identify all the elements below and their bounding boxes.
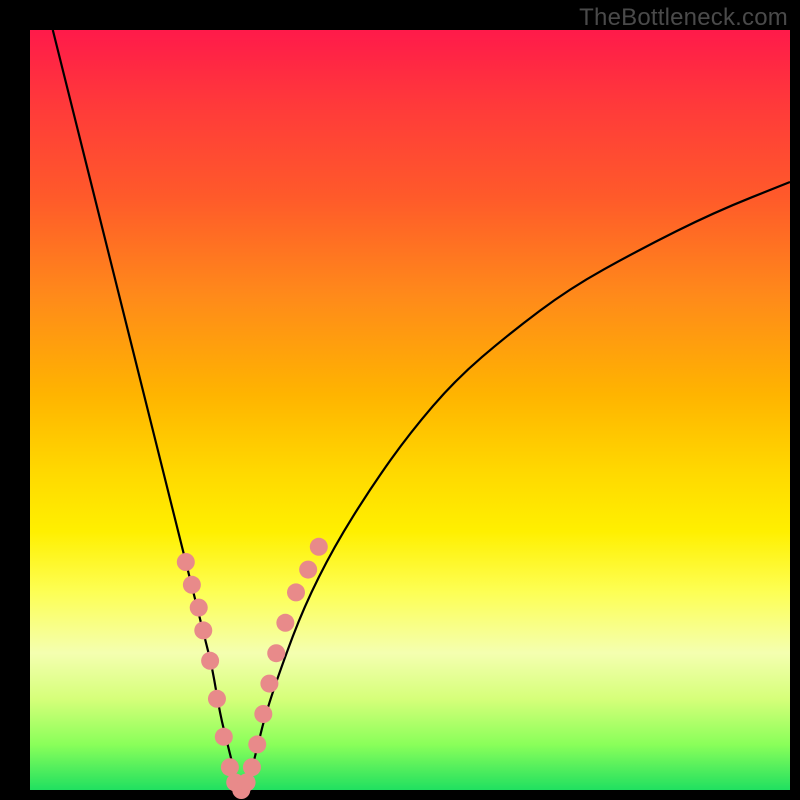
highlight-marker xyxy=(276,614,294,632)
chart-frame: TheBottleneck.com xyxy=(0,0,800,800)
watermark-text: TheBottleneck.com xyxy=(579,4,788,32)
highlight-marker xyxy=(254,705,272,723)
highlight-marker xyxy=(267,644,285,662)
highlight-marker xyxy=(177,553,195,571)
highlight-marker xyxy=(260,675,278,693)
highlight-marker xyxy=(243,758,261,776)
highlight-marker xyxy=(215,728,233,746)
highlight-marker xyxy=(201,652,219,670)
highlight-marker xyxy=(208,690,226,708)
marker-group xyxy=(177,538,328,799)
highlight-marker xyxy=(194,621,212,639)
highlight-marker xyxy=(248,735,266,753)
highlight-marker xyxy=(299,561,317,579)
highlight-marker xyxy=(190,599,208,617)
curve-svg xyxy=(30,30,790,790)
highlight-marker xyxy=(183,576,201,594)
highlight-marker xyxy=(310,538,328,556)
bottleneck-curve xyxy=(53,30,790,786)
highlight-marker xyxy=(287,583,305,601)
plot-area xyxy=(30,30,790,790)
